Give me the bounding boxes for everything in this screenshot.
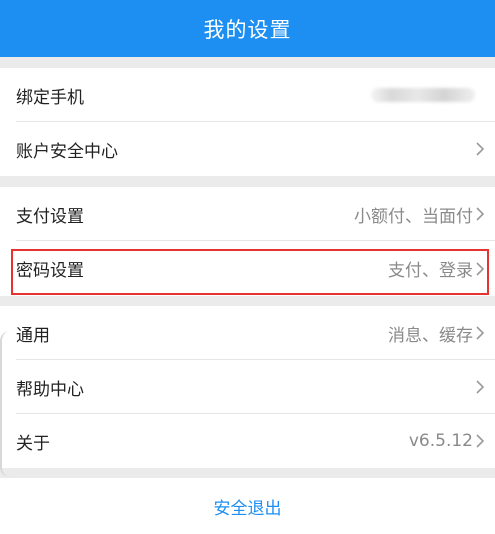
chevron-right-icon bbox=[476, 326, 485, 340]
chevron-right-icon bbox=[476, 261, 485, 276]
chevron-right-icon bbox=[476, 207, 485, 221]
about-row[interactable]: 关于 v6.5.12 bbox=[0, 414, 495, 468]
security-center-label: 账户安全中心 bbox=[16, 141, 118, 162]
chevron-right-icon bbox=[476, 142, 485, 156]
page-title-bar: 我的设置 bbox=[0, 0, 495, 57]
about-label: 关于 bbox=[16, 433, 50, 454]
general-row[interactable]: 通用 消息、缓存 bbox=[0, 306, 495, 360]
pay-settings-label: 支付设置 bbox=[16, 206, 84, 227]
security-center-row[interactable]: 账户安全中心 bbox=[0, 122, 495, 176]
general-label: 通用 bbox=[16, 325, 50, 346]
page-title: 我的设置 bbox=[203, 17, 292, 42]
chevron-right-icon bbox=[476, 380, 485, 394]
help-center-row[interactable]: 帮助中心 bbox=[0, 360, 495, 414]
password-settings-value: 支付、登录 bbox=[388, 261, 473, 281]
bind-phone-label: 绑定手机 bbox=[16, 87, 84, 108]
chevron-right-icon bbox=[476, 434, 485, 448]
password-settings-row[interactable]: 密码设置 支付、登录 bbox=[0, 241, 495, 296]
blurred-phone-number bbox=[371, 88, 475, 102]
general-value: 消息、缓存 bbox=[388, 325, 473, 346]
bind-phone-row[interactable]: 绑定手机 bbox=[0, 68, 495, 122]
logout-label: 安全退出 bbox=[213, 498, 282, 519]
about-value: v6.5.12 bbox=[408, 431, 473, 451]
help-center-label: 帮助中心 bbox=[16, 379, 84, 400]
password-settings-label: 密码设置 bbox=[16, 261, 84, 281]
pay-settings-row[interactable]: 支付设置 小额付、当面付 bbox=[0, 187, 495, 241]
pay-settings-value: 小额付、当面付 bbox=[354, 206, 473, 227]
logout-button[interactable]: 安全退出 bbox=[0, 478, 495, 534]
